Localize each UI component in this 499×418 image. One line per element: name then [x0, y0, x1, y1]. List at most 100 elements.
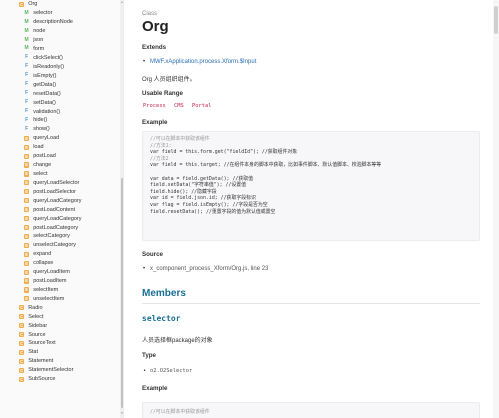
kind-badge-icon: C	[19, 331, 25, 338]
sidebar-item-label: show()	[33, 126, 50, 133]
extends-heading: Extends	[142, 44, 167, 51]
sidebar-member-item[interactable]: FgetData()	[2, 80, 120, 89]
kind-badge-icon: F	[25, 116, 29, 123]
sidebar-member-item[interactable]: EqueryLoadCategory	[2, 196, 120, 205]
sidebar-member-item[interactable]: EpostLoad	[2, 152, 120, 161]
sidebar-member-item[interactable]: EpostLoadSelector	[2, 187, 120, 196]
code-line: //可以在脚本中获取该组件	[150, 409, 210, 415]
sidebar-item-label: queryLoadSelector	[33, 179, 80, 186]
kind-badge-icon: E	[24, 144, 30, 150]
extends-link[interactable]: MWF.xApplication.process.Xform.$Input	[150, 59, 256, 65]
sidebar-member-item[interactable]: EqueryLoad	[2, 134, 120, 143]
sidebar-member-item[interactable]: EselectCategory	[2, 232, 120, 241]
kind-badge-icon: E	[24, 135, 30, 141]
kind-badge-icon: E	[24, 233, 30, 240]
sidebar-item-label: postLoadSelector	[33, 188, 76, 195]
sidebar-item-label: node	[33, 28, 46, 35]
main-scrollbar-thumb[interactable]	[494, 6, 498, 34]
sidebar-class-item[interactable]: C Select	[2, 312, 120, 321]
type-heading: Type	[142, 352, 156, 359]
sidebar-member-item[interactable]: Fshow()	[2, 125, 120, 134]
sidebar-item-label: queryLoadCategory	[33, 197, 82, 204]
sidebar-member-item[interactable]: FresetData()	[2, 89, 120, 98]
kind-badge-icon: C	[19, 367, 25, 373]
source-item: x_component_process_Xform/Org.js, line 2…	[143, 266, 268, 272]
sidebar-member-item[interactable]: EpostLoadItem	[2, 277, 120, 286]
class-description: Org 人员组织组件。	[142, 77, 196, 83]
sidebar-member-item[interactable]: EpostLoadCategory	[2, 223, 120, 232]
source-link[interactable]: x_component_process_Xform/Org.js, line 2…	[150, 266, 268, 272]
kind-badge-icon: E	[24, 224, 30, 231]
sidebar-member-item[interactable]: Mjson	[2, 36, 120, 45]
kind-badge-icon: E	[24, 180, 30, 186]
sidebar-member-item[interactable]: FisEmpty()	[2, 71, 120, 80]
sidebar-member-item[interactable]: Fhide()	[2, 116, 120, 125]
sidebar-item-label: json	[33, 37, 44, 44]
sidebar-class-item[interactable]: C Statement	[2, 357, 120, 366]
main-scrollbar[interactable]	[493, 0, 499, 418]
tag-process: Process	[143, 103, 166, 109]
sidebar-member-item[interactable]: FclickSelect()	[2, 54, 120, 63]
sidebar-member-item[interactable]: Fvalidation()	[2, 107, 120, 116]
sidebar-item-label: expand	[33, 251, 52, 258]
kind-badge-icon: E	[24, 153, 30, 159]
kind-badge-icon: C	[19, 323, 25, 329]
sidebar-member-item[interactable]: EqueryLoadSelector	[2, 178, 120, 187]
sidebar-member-item[interactable]: EqueryLoadItem	[2, 268, 120, 277]
sidebar-member-item[interactable]: EqueryLoadCategory	[2, 214, 120, 223]
sidebar-member-item[interactable]: EunselectItem	[2, 294, 120, 303]
scroll-down-arrow-icon[interactable]: ▼	[120, 411, 124, 416]
kind-badge-icon: C	[19, 1, 25, 8]
sidebar-member-item[interactable]: Mform	[2, 45, 120, 54]
sidebar-scrollbar-thumb[interactable]	[120, 178, 123, 408]
main-content: Class Org Extends MWF.xApplication.proce…	[130, 0, 491, 418]
kind-badge-icon: M	[24, 36, 29, 43]
sidebar-nav: C Org Mselector MdescriptionNode Mnode Mjson M…	[2, 0, 120, 384]
sidebar-item-label: form	[33, 46, 45, 53]
tag-portal: Portal	[191, 103, 212, 109]
type-value: o2.O2Selector	[150, 368, 193, 374]
sidebar-member-item[interactable]: EpostLoadContent	[2, 205, 120, 214]
sidebar-class-item[interactable]: C Org	[2, 0, 120, 9]
sidebar-member-item[interactable]: EselectItem	[2, 286, 120, 295]
member-selector-heading: selector	[142, 314, 181, 323]
sidebar-class-item[interactable]: C SourceText	[2, 339, 120, 348]
sidebar-member-item[interactable]: Eload	[2, 143, 120, 152]
sidebar-item-label: hide()	[33, 117, 48, 124]
kind-badge-icon: E	[24, 198, 30, 204]
divider	[142, 303, 480, 304]
kind-badge-icon: M	[24, 9, 29, 16]
sidebar-item-label: queryLoad	[33, 135, 60, 142]
sidebar-item-label: collapse	[33, 260, 54, 267]
sidebar-class-item[interactable]: C Radio	[2, 303, 120, 312]
sidebar-class-item[interactable]: C SubSource	[2, 375, 120, 384]
sidebar-member-item[interactable]: Eexpand	[2, 250, 120, 259]
sidebar-member-item[interactable]: Ecollapse	[2, 259, 120, 268]
sidebar-member-item[interactable]: FisReadonly()	[2, 62, 120, 71]
sidebar-item-label: isEmpty()	[33, 72, 57, 79]
sidebar-member-item[interactable]: Mselector	[2, 9, 120, 18]
kind-badge-icon: F	[25, 72, 29, 79]
sidebar-class-item[interactable]: C Stat	[2, 348, 120, 357]
sidebar-member-item[interactable]: FsetData()	[2, 98, 120, 107]
sidebar-item-label: Radio	[28, 304, 43, 311]
sidebar-member-item[interactable]: Mnode	[2, 27, 120, 36]
sidebar-item-label: change	[33, 162, 52, 169]
sidebar-member-item[interactable]: Echange	[2, 161, 120, 170]
sidebar-class-item[interactable]: C Sidebar	[2, 321, 120, 330]
sidebar-member-item[interactable]: EunselectCategory	[2, 241, 120, 250]
kind-badge-icon: C	[19, 305, 25, 311]
kind-badge-icon: F	[25, 90, 29, 97]
scroll-up-arrow-icon[interactable]: ▲	[120, 0, 124, 5]
sidebar-member-item[interactable]: MdescriptionNode	[2, 18, 120, 27]
members-heading: Members	[142, 288, 186, 299]
extends-item: MWF.xApplication.process.Xform.$Input	[143, 59, 256, 65]
sidebar-class-item[interactable]: C Source	[2, 330, 120, 339]
sidebar-class-item[interactable]: C StatementSelector	[2, 366, 120, 375]
page-title: Org	[142, 18, 169, 35]
kind-badge-icon: E	[24, 278, 30, 284]
sidebar-member-item[interactable]: Eselect	[2, 170, 120, 179]
kind-badge-icon: E	[24, 269, 30, 275]
kind-badge-icon: F	[25, 54, 29, 61]
kind-badge-icon: E	[24, 171, 30, 177]
